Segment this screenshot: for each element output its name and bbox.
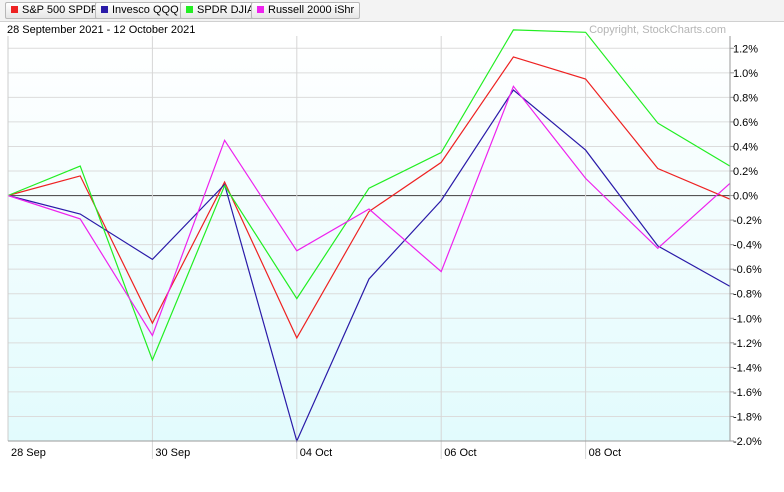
x-tick-label: 08 Oct <box>589 447 621 459</box>
y-tick-label: -0.8% <box>733 289 762 301</box>
y-tick-label: 0.4% <box>733 141 758 153</box>
y-tick-label: -1.4% <box>733 362 762 374</box>
x-tick-label: 06 Oct <box>444 447 476 459</box>
y-tick-label: -1.8% <box>733 411 762 423</box>
y-tick-label: -1.0% <box>733 313 762 325</box>
x-tick-label: 28 Sep <box>11 447 46 459</box>
y-tick-label: -1.2% <box>733 338 762 350</box>
y-tick-label: 1.2% <box>733 43 758 55</box>
y-tick-label: 1.0% <box>733 68 758 80</box>
y-tick-label: 0.6% <box>733 117 758 129</box>
y-tick-label: -0.6% <box>733 264 762 276</box>
y-tick-label: -0.2% <box>733 215 762 227</box>
x-tick-label: 04 Oct <box>300 447 332 459</box>
chart-canvas: 1.2% 1.0% 0.8% 0.6% 0.4% 0.2% 0.0% -0.2% -0.4% -0… <box>7 29 762 459</box>
plot-background <box>8 36 730 441</box>
x-tick-label: 30 Sep <box>155 447 190 459</box>
y-tick-label: -0.4% <box>733 240 762 252</box>
x-axis: 28 Sep 30 Sep 04 Oct 06 Oct 08 Oct <box>8 440 730 459</box>
y-tick-label: 0.2% <box>733 166 758 178</box>
y-tick-label: -2.0% <box>733 436 762 448</box>
y-tick-label: 0.0% <box>733 191 758 203</box>
y-tick-label: -1.6% <box>733 387 762 399</box>
y-tick-label: 0.8% <box>733 92 758 104</box>
